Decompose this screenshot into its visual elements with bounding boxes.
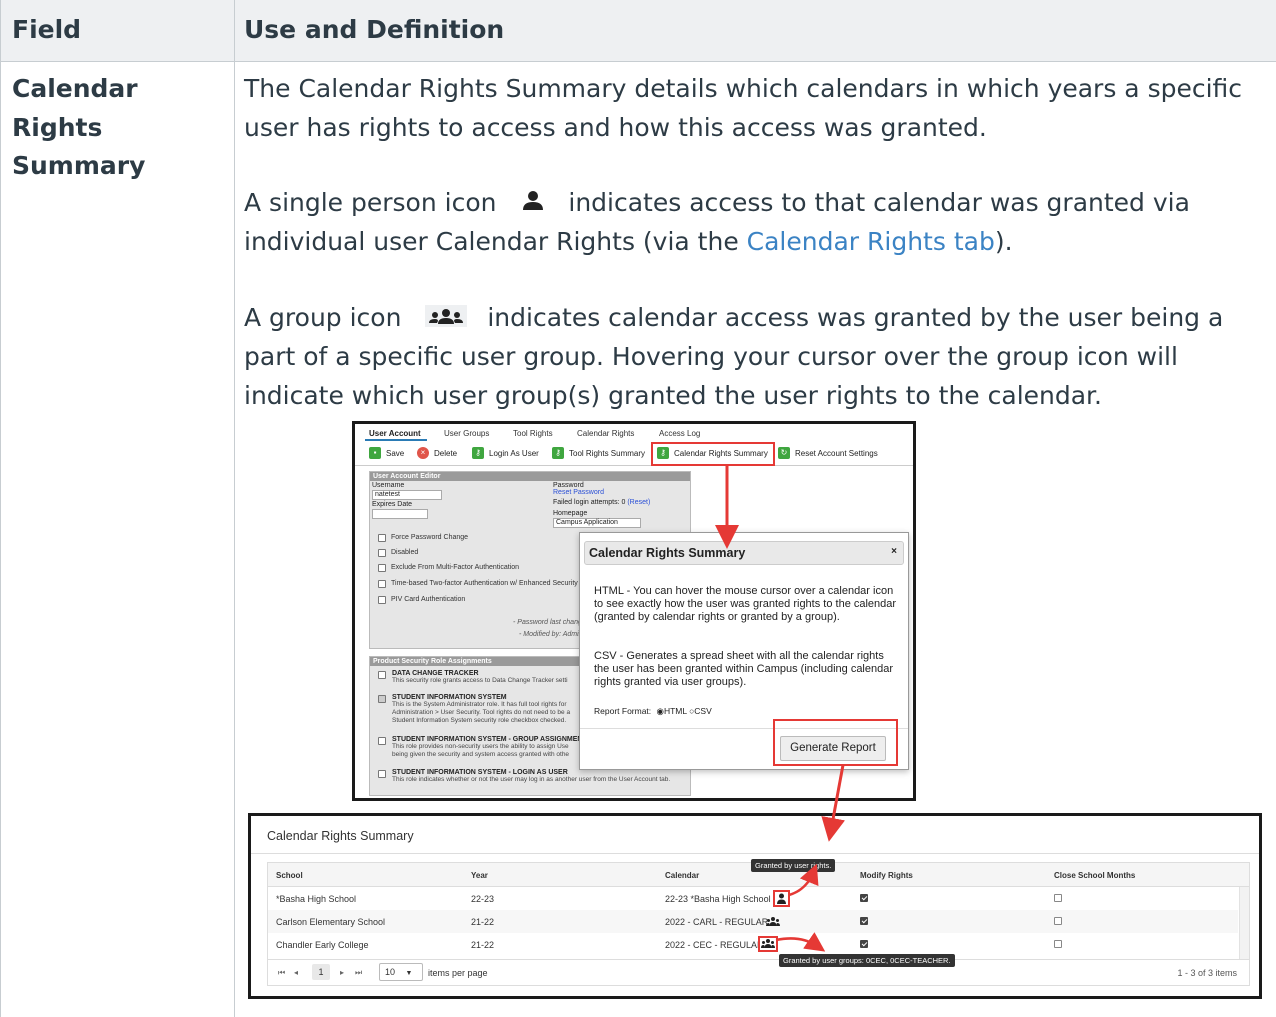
- arrow-to-summary: [821, 764, 845, 842]
- documentation-table: Field Use and Definition Calendar Rights…: [0, 0, 1276, 1017]
- annotation-arrows: [715, 466, 845, 952]
- arrow-to-user-tooltip: [788, 863, 819, 897]
- arrow-to-group-tooltip: [775, 932, 826, 952]
